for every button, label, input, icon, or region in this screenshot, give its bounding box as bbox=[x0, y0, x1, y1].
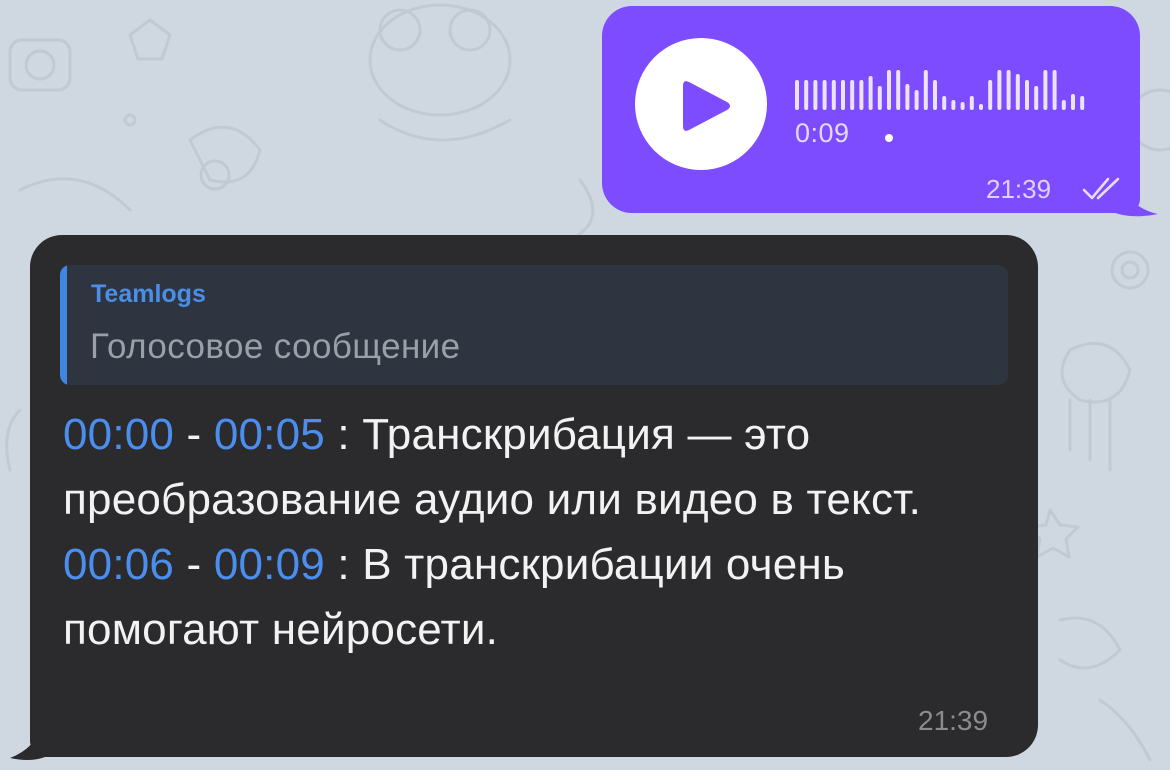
waveform-bar bbox=[850, 80, 855, 110]
reply-text: Голосовое сообщение bbox=[90, 327, 461, 366]
waveform-bar bbox=[887, 70, 891, 110]
segment-end-link[interactable]: 00:09 bbox=[214, 540, 325, 589]
message-text: 00:00 - 00:05 : Транскрибация — это прео… bbox=[63, 402, 1008, 662]
waveform-bar bbox=[1015, 74, 1020, 110]
outgoing-time: 21:39 bbox=[986, 174, 1052, 204]
waveform-bar bbox=[979, 104, 983, 110]
waveform-bar bbox=[905, 84, 910, 110]
waveform-bar bbox=[1043, 70, 1048, 110]
waveform-bar bbox=[960, 102, 965, 110]
waveform-bar bbox=[1071, 94, 1075, 110]
segment-separator: - bbox=[174, 410, 214, 459]
voice-waveform[interactable] bbox=[795, 64, 1095, 110]
waveform-bar bbox=[1052, 70, 1057, 110]
segment-start-link[interactable]: 00:06 bbox=[63, 540, 174, 589]
waveform-bar bbox=[969, 96, 974, 110]
waveform-bar bbox=[822, 80, 827, 110]
waveform-bar bbox=[868, 76, 873, 110]
incoming-transcription-message[interactable]: Teamlogs Голосовое сообщение 00:00 - 00:… bbox=[30, 235, 1038, 757]
waveform-bar bbox=[988, 80, 993, 110]
reply-accent-bar bbox=[60, 265, 67, 385]
segment-colon: : bbox=[324, 540, 363, 589]
waveform-bar bbox=[914, 90, 919, 110]
voice-duration: 0:09 bbox=[795, 118, 850, 148]
play-icon bbox=[683, 81, 730, 131]
waveform-bar bbox=[841, 80, 845, 110]
waveform-bar bbox=[933, 80, 937, 110]
waveform-bar bbox=[795, 80, 799, 110]
waveform-bar bbox=[1034, 86, 1039, 110]
incoming-time: 21:39 bbox=[918, 705, 989, 736]
waveform-bar bbox=[1061, 100, 1066, 110]
waveform-bar bbox=[813, 80, 818, 110]
outgoing-voice-message[interactable]: 0:09 21:39 bbox=[602, 6, 1140, 213]
waveform-bar bbox=[1006, 70, 1011, 110]
waveform-bar bbox=[942, 96, 947, 110]
waveform-bar bbox=[896, 70, 901, 110]
waveform-bar bbox=[877, 86, 882, 110]
waveform-bar bbox=[1080, 96, 1085, 110]
segment-separator: - bbox=[174, 540, 214, 589]
unplayed-indicator bbox=[885, 134, 893, 142]
play-button[interactable] bbox=[635, 38, 767, 170]
segment-colon: : bbox=[324, 410, 363, 459]
waveform-bar bbox=[859, 80, 864, 110]
waveform-bar bbox=[997, 70, 1002, 110]
reply-quote[interactable]: Teamlogs Голосовое сообщение bbox=[60, 265, 1008, 385]
segment-start-link[interactable]: 00:00 bbox=[63, 410, 174, 459]
double-check-icon bbox=[1082, 177, 1120, 200]
segment-end-link[interactable]: 00:05 bbox=[214, 410, 325, 459]
waveform-bar bbox=[923, 70, 928, 110]
waveform-bar bbox=[804, 80, 809, 110]
reply-author: Teamlogs bbox=[91, 280, 206, 308]
chat-screen: { "colors": { "chat_background": "#cfd8e… bbox=[0, 0, 1170, 770]
waveform-bar bbox=[1025, 80, 1029, 110]
waveform-bar bbox=[831, 80, 836, 110]
waveform-bar bbox=[951, 100, 956, 110]
